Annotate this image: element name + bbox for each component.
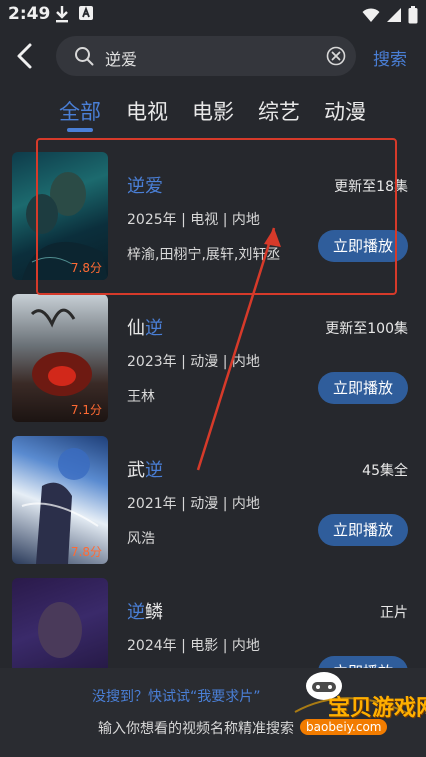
annotation-arrow [196,227,281,471]
request-hint-text: 输入你想看的视频名称精准搜索 [98,721,294,737]
watermark-url: baobeiy.com [300,719,388,735]
watermark-text: 宝贝游戏网 [328,696,426,721]
request-video-link[interactable]: 没搜到？快试试“我要求片” [92,686,261,706]
screen: 2:49 逆爱 搜索 全部 电视 电影 综艺 动漫 7.8分 逆爱 更新至18集… [0,0,426,757]
